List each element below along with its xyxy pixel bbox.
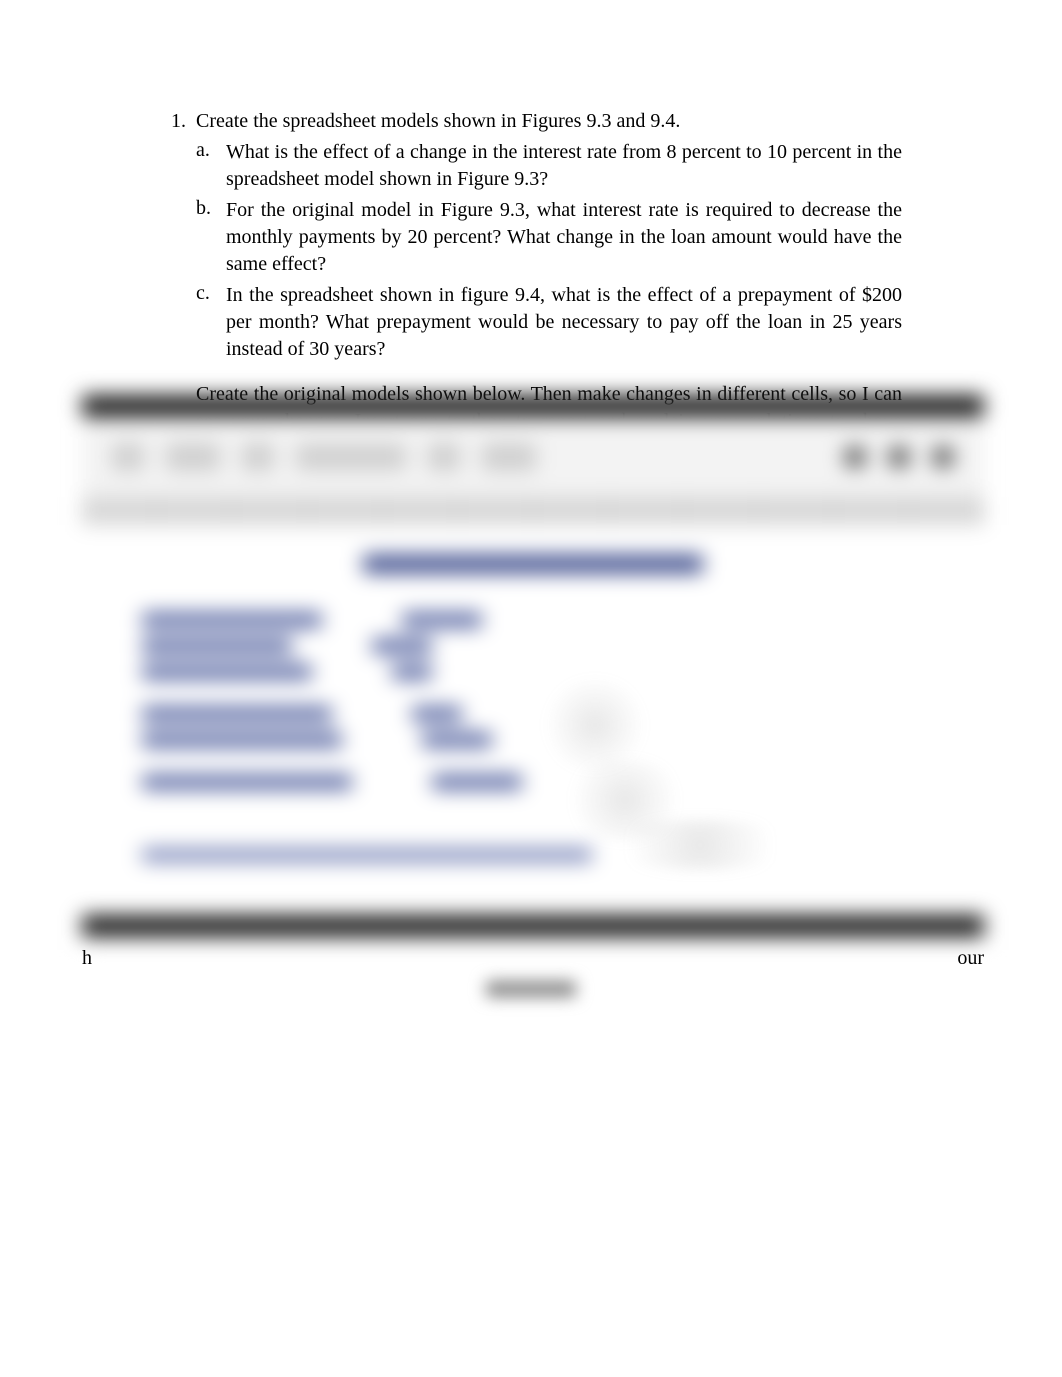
blurred-screenshot-figure <box>82 395 984 950</box>
sub-text: What is the effect of a change in the in… <box>226 139 902 193</box>
main-list-item: 1. Create the spreadsheet models shown i… <box>160 110 902 133</box>
caption-blob <box>486 981 576 997</box>
figure-label-blob <box>142 639 292 653</box>
figure-column-headers <box>82 497 984 525</box>
figure-row <box>142 613 924 627</box>
figure-row <box>142 707 924 721</box>
sub-item-a: a. What is the effect of a change in the… <box>196 139 902 193</box>
sub-list: a. What is the effect of a change in the… <box>196 139 902 363</box>
figure-titlebar <box>82 395 984 417</box>
sub-item-c: c. In the spreadsheet shown in figure 9.… <box>196 282 902 363</box>
figure-caption-area <box>0 980 1062 1003</box>
ribbon-icon <box>888 446 910 468</box>
sub-letter: c. <box>196 282 226 363</box>
ribbon-blob <box>242 443 274 471</box>
sub-letter: a. <box>196 139 226 193</box>
figure-value-blob <box>402 613 482 627</box>
sub-item-b: b. For the original model in Figure 9.3,… <box>196 197 902 278</box>
figure-row <box>142 733 924 747</box>
figure-title-line <box>363 555 703 573</box>
ribbon-icon <box>844 446 866 468</box>
figure-statusbar <box>82 915 984 937</box>
ribbon-blob <box>296 444 406 470</box>
figure-row <box>142 665 924 679</box>
figure-row <box>142 775 924 789</box>
edge-text-right: our <box>957 947 984 970</box>
figure-footnote-blob <box>142 849 592 861</box>
figure-value-blob <box>392 665 432 679</box>
sub-text: In the spreadsheet shown in figure 9.4, … <box>226 282 902 363</box>
figure-label-blob <box>142 665 312 679</box>
figure-label-blob <box>142 775 352 789</box>
figure-body <box>82 525 984 915</box>
figure-label-blob <box>142 733 342 747</box>
figure-value-blob <box>412 707 462 721</box>
question-main-text: Create the spreadsheet models shown in F… <box>196 110 902 133</box>
ribbon-blob <box>482 443 536 471</box>
ribbon-blob <box>112 443 144 471</box>
figure-row <box>142 639 924 653</box>
edge-text-left: h <box>82 947 92 970</box>
ribbon-blob <box>428 443 460 471</box>
ribbon-icon <box>932 446 954 468</box>
figure-value-blob <box>432 775 522 789</box>
figure-label-blob <box>142 707 332 721</box>
figure-ribbon <box>82 417 984 497</box>
figure-value-blob <box>372 639 432 653</box>
sub-letter: b. <box>196 197 226 278</box>
question-number: 1. <box>160 110 196 133</box>
sub-text: For the original model in Figure 9.3, wh… <box>226 197 902 278</box>
figure-value-blob <box>422 733 492 747</box>
figure-label-blob <box>142 613 322 627</box>
ribbon-blob <box>166 443 220 471</box>
